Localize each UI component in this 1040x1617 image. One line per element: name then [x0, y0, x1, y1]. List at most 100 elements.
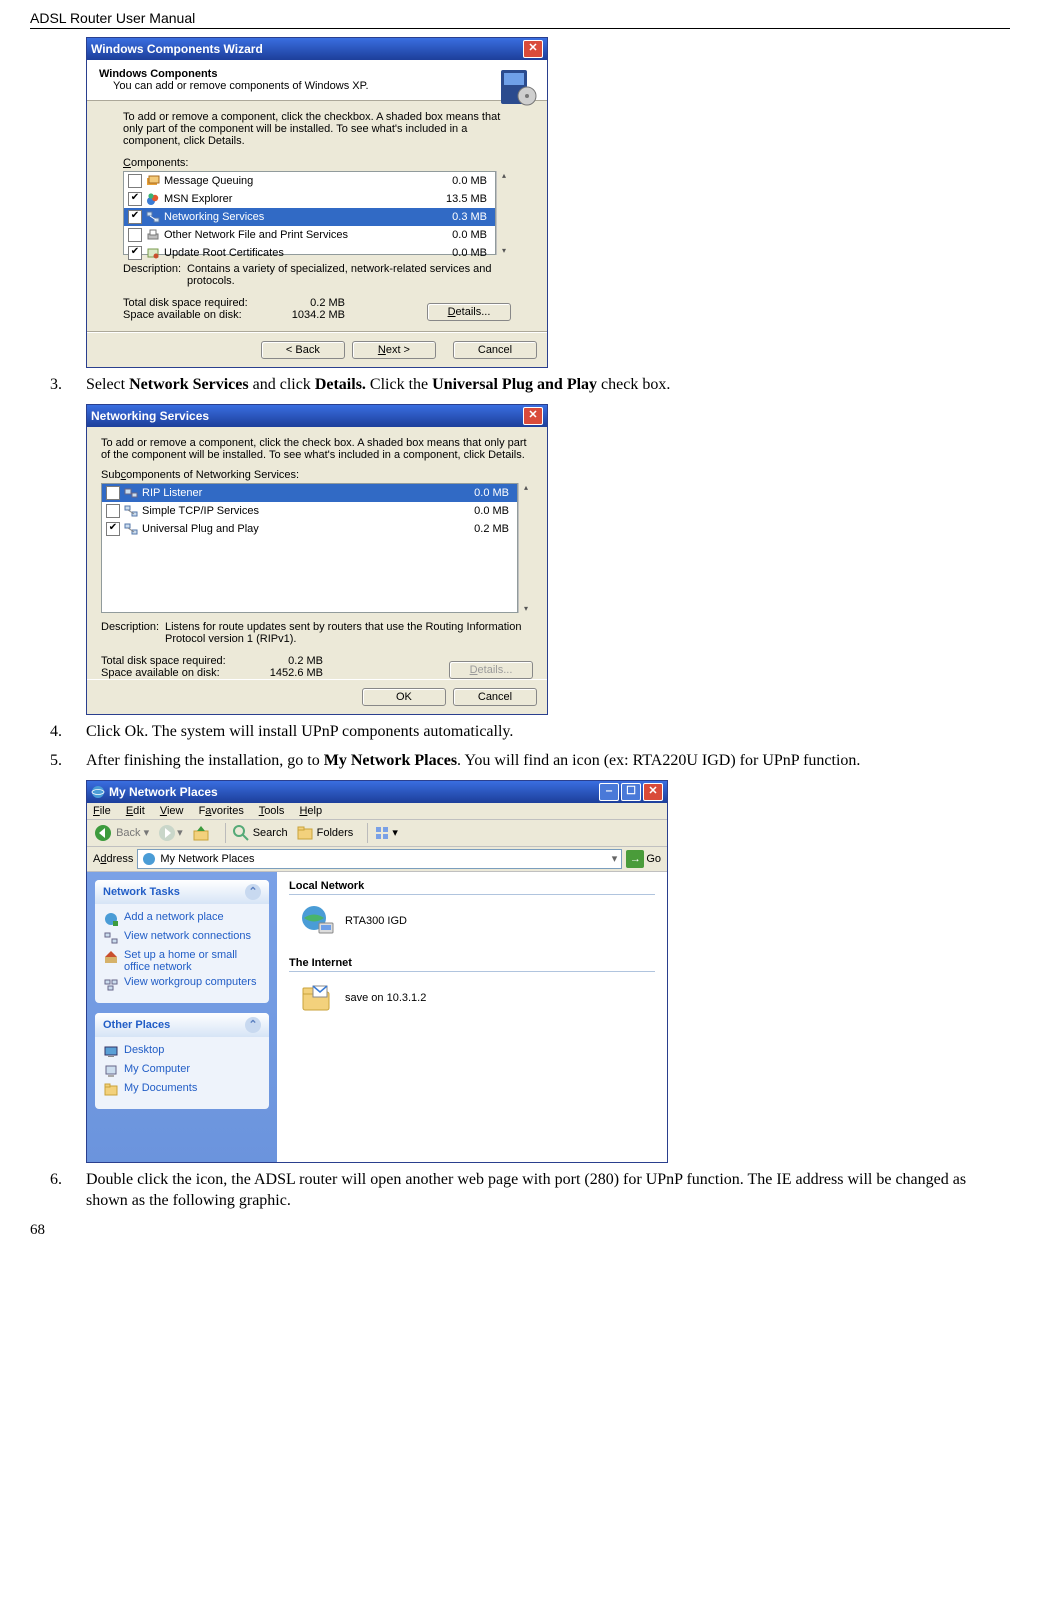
checkbox-icon[interactable] — [106, 504, 120, 518]
wizard1-heading: Windows Components — [99, 68, 535, 80]
side-panel: Network Tasks ⌃ Add a network place View… — [87, 872, 277, 1162]
scroll-up-icon[interactable]: ▴ — [497, 171, 511, 180]
details-button[interactable]: Details... — [427, 303, 511, 321]
close-icon[interactable]: ✕ — [523, 407, 543, 425]
chevron-up-icon[interactable]: ⌃ — [245, 1017, 261, 1033]
list-item-size: 0.0 MB — [433, 175, 491, 187]
list-item[interactable]: RIP Listener 0.0 MB — [102, 484, 517, 502]
networking-services-icon — [146, 210, 160, 224]
list-item-size: 0.3 MB — [433, 211, 491, 223]
list-item[interactable]: Simple TCP/IP Services 0.0 MB — [102, 502, 517, 520]
list-item[interactable]: ✔ Universal Plug and Play 0.2 MB — [102, 520, 517, 538]
explorer-titlebar: My Network Places ‒ ☐ ✕ — [87, 781, 667, 803]
step-number: 6. — [50, 1169, 62, 1191]
scroll-down-icon[interactable]: ▾ — [497, 246, 511, 255]
close-icon[interactable]: ✕ — [643, 783, 663, 801]
forward-button: ▾ — [157, 823, 183, 843]
menubar[interactable]: File Edit View Favorites Tools Help — [87, 803, 667, 820]
checkbox-icon[interactable]: ✔ — [128, 210, 142, 224]
wizard2-instructions: To add or remove a component, click the … — [101, 437, 533, 461]
my-computer-icon — [103, 1063, 119, 1079]
cancel-button[interactable]: Cancel — [453, 341, 537, 359]
checkbox-icon[interactable]: ✔ — [128, 246, 142, 260]
list-item[interactable]: Other Network File and Print Services 0.… — [124, 226, 495, 244]
file-item[interactable]: save on 10.3.1.2 — [299, 980, 655, 1016]
list-item-label: Other Network File and Print Services — [164, 229, 433, 241]
wizard1-button-row: < Back Next > Cancel — [87, 332, 547, 367]
side-item[interactable]: My Documents — [103, 1082, 261, 1098]
side-item[interactable]: View network connections — [103, 930, 261, 946]
dropdown-icon[interactable]: ▾ — [612, 852, 618, 865]
list-item-label: Simple TCP/IP Services — [142, 505, 455, 517]
group-header: Local Network — [289, 880, 655, 895]
subcomponents-listbox[interactable]: RIP Listener 0.0 MB Simple TCP/IP Servic… — [101, 483, 518, 613]
upnp-device-icon — [299, 903, 335, 939]
up-folder-icon — [191, 823, 211, 843]
checkbox-icon[interactable] — [106, 486, 120, 500]
network-places-icon — [142, 852, 156, 866]
wizard2-title: Networking Services — [91, 409, 209, 423]
menu-view[interactable]: View — [160, 805, 184, 817]
list-item-label: RIP Listener — [142, 487, 455, 499]
menu-favorites[interactable]: Favorites — [199, 805, 244, 817]
menu-edit[interactable]: Edit — [126, 805, 145, 817]
menu-file[interactable]: File — [93, 805, 111, 817]
checkbox-icon[interactable] — [128, 174, 142, 188]
list-item-size: 0.0 MB — [455, 505, 513, 517]
side-item[interactable]: View workgroup computers — [103, 976, 261, 992]
maximize-icon[interactable]: ☐ — [621, 783, 641, 801]
disk-available-label: Space available on disk: — [101, 667, 251, 679]
list-item-size: 13.5 MB — [433, 193, 491, 205]
scroll-down-icon[interactable]: ▾ — [519, 604, 533, 613]
ok-button[interactable]: OK — [362, 688, 446, 706]
forward-icon — [157, 823, 177, 843]
disk-required-label: Total disk space required: — [101, 655, 251, 667]
list-item[interactable]: ✔ Networking Services 0.3 MB — [124, 208, 495, 226]
menu-tools[interactable]: Tools — [259, 805, 285, 817]
folders-button[interactable]: Folders — [296, 824, 354, 842]
screenshot-networking-services: Networking Services ✕ To add or remove a… — [86, 404, 1010, 715]
side-item[interactable]: Set up a home or small office network — [103, 949, 261, 973]
views-button[interactable]: ▾ — [374, 824, 398, 842]
list-item[interactable]: Message Queuing 0.0 MB — [124, 172, 495, 190]
side-item[interactable]: Desktop — [103, 1044, 261, 1060]
views-icon — [374, 824, 392, 842]
desktop-icon — [103, 1044, 119, 1060]
side-item[interactable]: My Computer — [103, 1063, 261, 1079]
checkbox-icon[interactable] — [128, 228, 142, 242]
list-item-label: Universal Plug and Play — [142, 523, 455, 535]
close-icon[interactable]: ✕ — [523, 40, 543, 58]
scrollbar[interactable]: ▴ ▾ — [518, 483, 533, 613]
list-item[interactable]: ✔ Update Root Certificates 0.0 MB — [124, 244, 495, 262]
menu-help[interactable]: Help — [299, 805, 322, 817]
chevron-up-icon[interactable]: ⌃ — [245, 884, 261, 900]
components-label: Components: — [123, 157, 511, 169]
disk-available-label: Space available on disk: — [123, 309, 273, 321]
minimize-icon[interactable]: ‒ — [599, 783, 619, 801]
components-listbox[interactable]: Message Queuing 0.0 MB ✔ MSN Explorer 13… — [123, 171, 496, 255]
checkbox-icon[interactable]: ✔ — [106, 522, 120, 536]
scrollbar[interactable]: ▴ ▾ — [496, 171, 511, 255]
cancel-button[interactable]: Cancel — [453, 688, 537, 706]
address-input[interactable]: My Network Places ▾ — [137, 849, 622, 869]
list-item[interactable]: ✔ MSN Explorer 13.5 MB — [124, 190, 495, 208]
up-button[interactable] — [191, 823, 211, 843]
side-item[interactable]: Add a network place — [103, 911, 261, 927]
go-button[interactable]: → — [626, 850, 644, 868]
checkbox-icon[interactable]: ✔ — [128, 192, 142, 206]
upnp-icon — [124, 522, 138, 536]
network-places-icon — [91, 785, 105, 799]
panel-network-tasks: Network Tasks ⌃ Add a network place View… — [95, 880, 269, 1003]
description-text: Contains a variety of specialized, netwo… — [187, 263, 511, 287]
back-button[interactable]: < Back — [261, 341, 345, 359]
scroll-up-icon[interactable]: ▴ — [519, 483, 533, 492]
back-button[interactable]: Back ▾ — [93, 823, 149, 843]
file-item[interactable]: RTA300 IGD — [299, 903, 655, 939]
my-documents-icon — [103, 1082, 119, 1098]
toolbar: Back ▾ ▾ Search Folders — [87, 820, 667, 847]
address-label: Address — [93, 853, 133, 865]
list-item-label: Message Queuing — [164, 175, 433, 187]
next-button[interactable]: Next > — [352, 341, 436, 359]
wizard1-instructions: To add or remove a component, click the … — [123, 111, 511, 147]
search-button[interactable]: Search — [232, 824, 288, 842]
